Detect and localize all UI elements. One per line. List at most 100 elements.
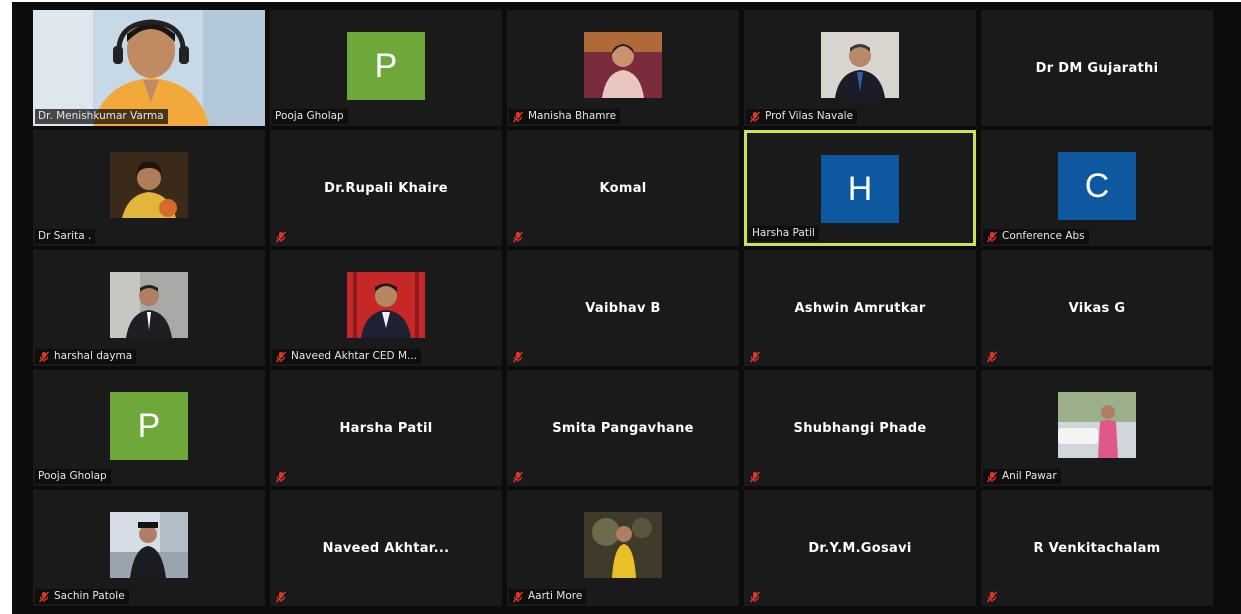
participant-label: Anil Pawar <box>983 469 1061 484</box>
mic-muted-icon <box>986 231 998 242</box>
participant-name: Aarti More <box>528 590 583 602</box>
mic-muted-icon <box>986 351 998 362</box>
participant-label: Conference Abs <box>983 229 1089 244</box>
participant-tile[interactable]: C Conference Abs <box>981 130 1213 246</box>
participant-label <box>746 589 765 604</box>
participant-label <box>272 589 291 604</box>
mic-muted-icon <box>512 471 524 482</box>
participant-name: harshal dayma <box>54 350 133 362</box>
participant-tile[interactable]: Anil Pawar <box>981 370 1213 486</box>
profile-photo <box>110 512 188 578</box>
participant-display-name: Vaibhav B <box>585 300 661 316</box>
mic-muted-icon <box>749 351 761 362</box>
participant-tile[interactable]: Ashwin Amrutkar <box>744 250 976 366</box>
participant-display-name: Smita Pangavhane <box>552 420 694 436</box>
participant-label: Naveed Akhtar CED M... <box>272 349 422 364</box>
avatar: H <box>821 155 899 223</box>
mic-muted-icon <box>512 231 524 242</box>
participant-tile[interactable]: H Harsha Patil <box>744 130 976 246</box>
participant-display-name: Shubhangi Phade <box>793 420 927 436</box>
mic-muted-icon <box>749 471 761 482</box>
participant-label <box>272 229 291 244</box>
participant-name: Conference Abs <box>1002 230 1085 242</box>
participant-label: Prof Vilas Navale <box>746 109 858 124</box>
participant-label: Harsha Patil <box>749 226 819 241</box>
participant-display-name: Vikas G <box>1068 300 1126 316</box>
participant-label: Pooja Gholap <box>35 469 111 484</box>
avatar: P <box>347 32 425 100</box>
participant-display-name: Dr DM Gujarathi <box>1035 60 1159 76</box>
profile-photo <box>1058 392 1136 458</box>
participant-tile[interactable]: Dr.Y.M.Gosavi <box>744 490 976 606</box>
participant-tile[interactable]: Dr.Rupali Khaire <box>270 130 502 246</box>
mic-muted-icon <box>749 111 761 122</box>
participant-label <box>272 469 291 484</box>
mic-muted-icon <box>512 111 524 122</box>
participant-name: Dr. Menishkumar Varma <box>38 110 164 122</box>
participant-display-name: Ashwin Amrutkar <box>794 300 926 316</box>
mic-muted-icon <box>749 591 761 602</box>
participant-tile[interactable]: Vikas G <box>981 250 1213 366</box>
participant-name: Anil Pawar <box>1002 470 1057 482</box>
participant-tile[interactable]: Aarti More <box>507 490 739 606</box>
participant-display-name: Dr.Y.M.Gosavi <box>808 540 912 556</box>
profile-photo <box>110 152 188 218</box>
participant-name: Prof Vilas Navale <box>765 110 854 122</box>
participant-tile[interactable]: Manisha Bhamre <box>507 10 739 126</box>
mic-muted-icon <box>275 471 287 482</box>
participant-label: Aarti More <box>509 589 587 604</box>
participant-display-name: R Venkitachalam <box>1033 540 1161 556</box>
participant-label <box>509 229 528 244</box>
profile-photo <box>110 272 188 338</box>
participant-tile[interactable]: Naveed Akhtar... <box>270 490 502 606</box>
participant-name: Pooja Gholap <box>275 110 344 122</box>
participant-label: Manisha Bhamre <box>509 109 621 124</box>
participant-tile[interactable]: P Pooja Gholap <box>33 370 265 486</box>
participant-tile[interactable]: Dr. Menishkumar Varma <box>33 10 265 126</box>
participant-tile[interactable]: Vaibhav B <box>507 250 739 366</box>
participant-name: Sachin Patole <box>54 590 125 602</box>
participant-name: Naveed Akhtar CED M... <box>291 350 418 362</box>
participant-tile[interactable]: Naveed Akhtar CED M... <box>270 250 502 366</box>
profile-photo <box>347 272 425 338</box>
participant-name: Dr Sarita . <box>38 230 92 242</box>
participant-tile[interactable]: Prof Vilas Navale <box>744 10 976 126</box>
participant-tile[interactable]: Komal <box>507 130 739 246</box>
participant-label: Dr. Menishkumar Varma <box>35 109 168 124</box>
participant-label <box>983 349 1002 364</box>
mic-muted-icon <box>512 591 524 602</box>
participant-tile[interactable]: Dr DM Gujarathi <box>981 10 1213 126</box>
participant-label <box>509 469 528 484</box>
participant-display-name: Naveed Akhtar... <box>322 540 450 556</box>
participant-tile[interactable]: Sachin Patole <box>33 490 265 606</box>
participant-tile[interactable]: P Pooja Gholap <box>270 10 502 126</box>
participant-label: Dr Sarita . <box>35 229 96 244</box>
participant-tile[interactable]: Harsha Patil <box>270 370 502 486</box>
participant-tile[interactable]: Smita Pangavhane <box>507 370 739 486</box>
mic-muted-icon <box>986 591 998 602</box>
mic-muted-icon <box>38 351 50 362</box>
participant-display-name: Komal <box>599 180 647 196</box>
participant-tile[interactable]: R Venkitachalam <box>981 490 1213 606</box>
participant-label <box>746 469 765 484</box>
participant-label <box>509 349 528 364</box>
profile-photo <box>821 32 899 98</box>
profile-photo <box>584 512 662 578</box>
participant-tile[interactable]: Shubhangi Phade <box>744 370 976 486</box>
participant-name: Harsha Patil <box>752 227 815 239</box>
participant-name: Manisha Bhamre <box>528 110 617 122</box>
mic-muted-icon <box>38 591 50 602</box>
participant-tile[interactable]: Dr Sarita . <box>33 130 265 246</box>
mic-muted-icon <box>275 231 287 242</box>
participant-label: Sachin Patole <box>35 589 129 604</box>
mic-muted-icon <box>512 351 524 362</box>
gallery-view: Dr. Menishkumar Varma P Pooja Gholap Manish… <box>12 2 1241 614</box>
avatar: C <box>1058 152 1136 220</box>
mic-muted-icon <box>986 471 998 482</box>
mic-muted-icon <box>275 591 287 602</box>
profile-photo <box>584 32 662 98</box>
avatar: P <box>110 392 188 460</box>
participant-name: Pooja Gholap <box>38 470 107 482</box>
participant-tile[interactable]: harshal dayma <box>33 250 265 366</box>
participant-display-name: Dr.Rupali Khaire <box>324 180 448 196</box>
